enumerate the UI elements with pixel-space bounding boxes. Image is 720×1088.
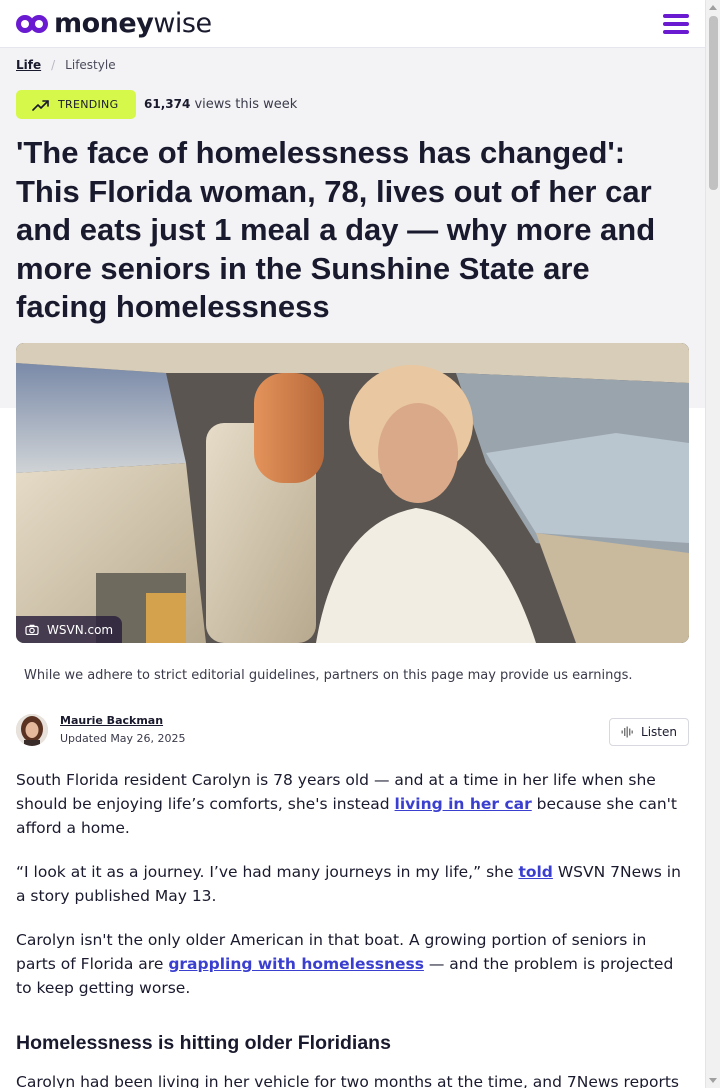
logo-mark-icon — [16, 13, 50, 35]
hero-image: WSVN.com — [16, 343, 689, 643]
author-avatar[interactable] — [16, 714, 48, 746]
audio-wave-icon — [621, 726, 633, 738]
paragraph-2: “I look at it as a journey. I’ve had man… — [16, 863, 681, 905]
trending-row: TRENDING 61,374 views this week — [16, 90, 297, 119]
updated-date: Updated May 26, 2025 — [60, 732, 186, 745]
trending-up-icon — [32, 99, 49, 111]
listen-button[interactable]: Listen — [609, 718, 689, 746]
hero-photo — [16, 343, 689, 643]
breadcrumb-life-link[interactable]: Life — [16, 58, 41, 72]
image-credit-text: WSVN.com — [47, 622, 114, 637]
views-count: 61,374 views this week — [144, 97, 298, 112]
section-heading: Homelessness is hitting older Floridians — [16, 1032, 391, 1054]
site-header: moneywise — [0, 0, 705, 48]
trending-label: TRENDING — [58, 98, 119, 111]
paragraph-1: South Florida resident Carolyn is 78 yea… — [16, 771, 677, 837]
camera-icon — [25, 624, 39, 635]
logo-wordmark: moneywise — [54, 8, 212, 39]
scroll-down-arrow-icon[interactable] — [709, 1078, 717, 1083]
partner-disclosure: While we adhere to strict editorial guid… — [24, 668, 633, 683]
image-credit: WSVN.com — [16, 616, 123, 643]
told-link[interactable]: told — [518, 863, 552, 881]
article-headline: 'The face of homelessness has changed': … — [16, 135, 656, 324]
moneywise-logo[interactable]: moneywise — [16, 10, 212, 37]
paragraph-4: Carolyn had been living in her vehicle f… — [16, 1073, 679, 1088]
listen-label: Listen — [641, 725, 677, 739]
byline: Maurie Backman Updated May 26, 2025 List… — [16, 714, 689, 746]
paragraph-3: Carolyn isn't the only older American in… — [16, 931, 674, 997]
scroll-up-arrow-icon[interactable] — [709, 5, 717, 10]
vertical-scrollbar[interactable] — [705, 0, 720, 1088]
grappling-with-homelessness-link[interactable]: grappling with homelessness — [168, 955, 424, 973]
breadcrumb-separator: / — [51, 58, 56, 72]
author-link[interactable]: Maurie Backman — [60, 714, 163, 727]
living-in-her-car-link[interactable]: living in her car — [395, 795, 532, 813]
trending-badge: TRENDING — [16, 90, 136, 119]
hamburger-menu-icon[interactable] — [663, 13, 689, 34]
breadcrumb: Life / Lifestyle — [16, 58, 116, 72]
breadcrumb-lifestyle[interactable]: Lifestyle — [65, 58, 115, 72]
scrollbar-thumb[interactable] — [709, 16, 718, 190]
